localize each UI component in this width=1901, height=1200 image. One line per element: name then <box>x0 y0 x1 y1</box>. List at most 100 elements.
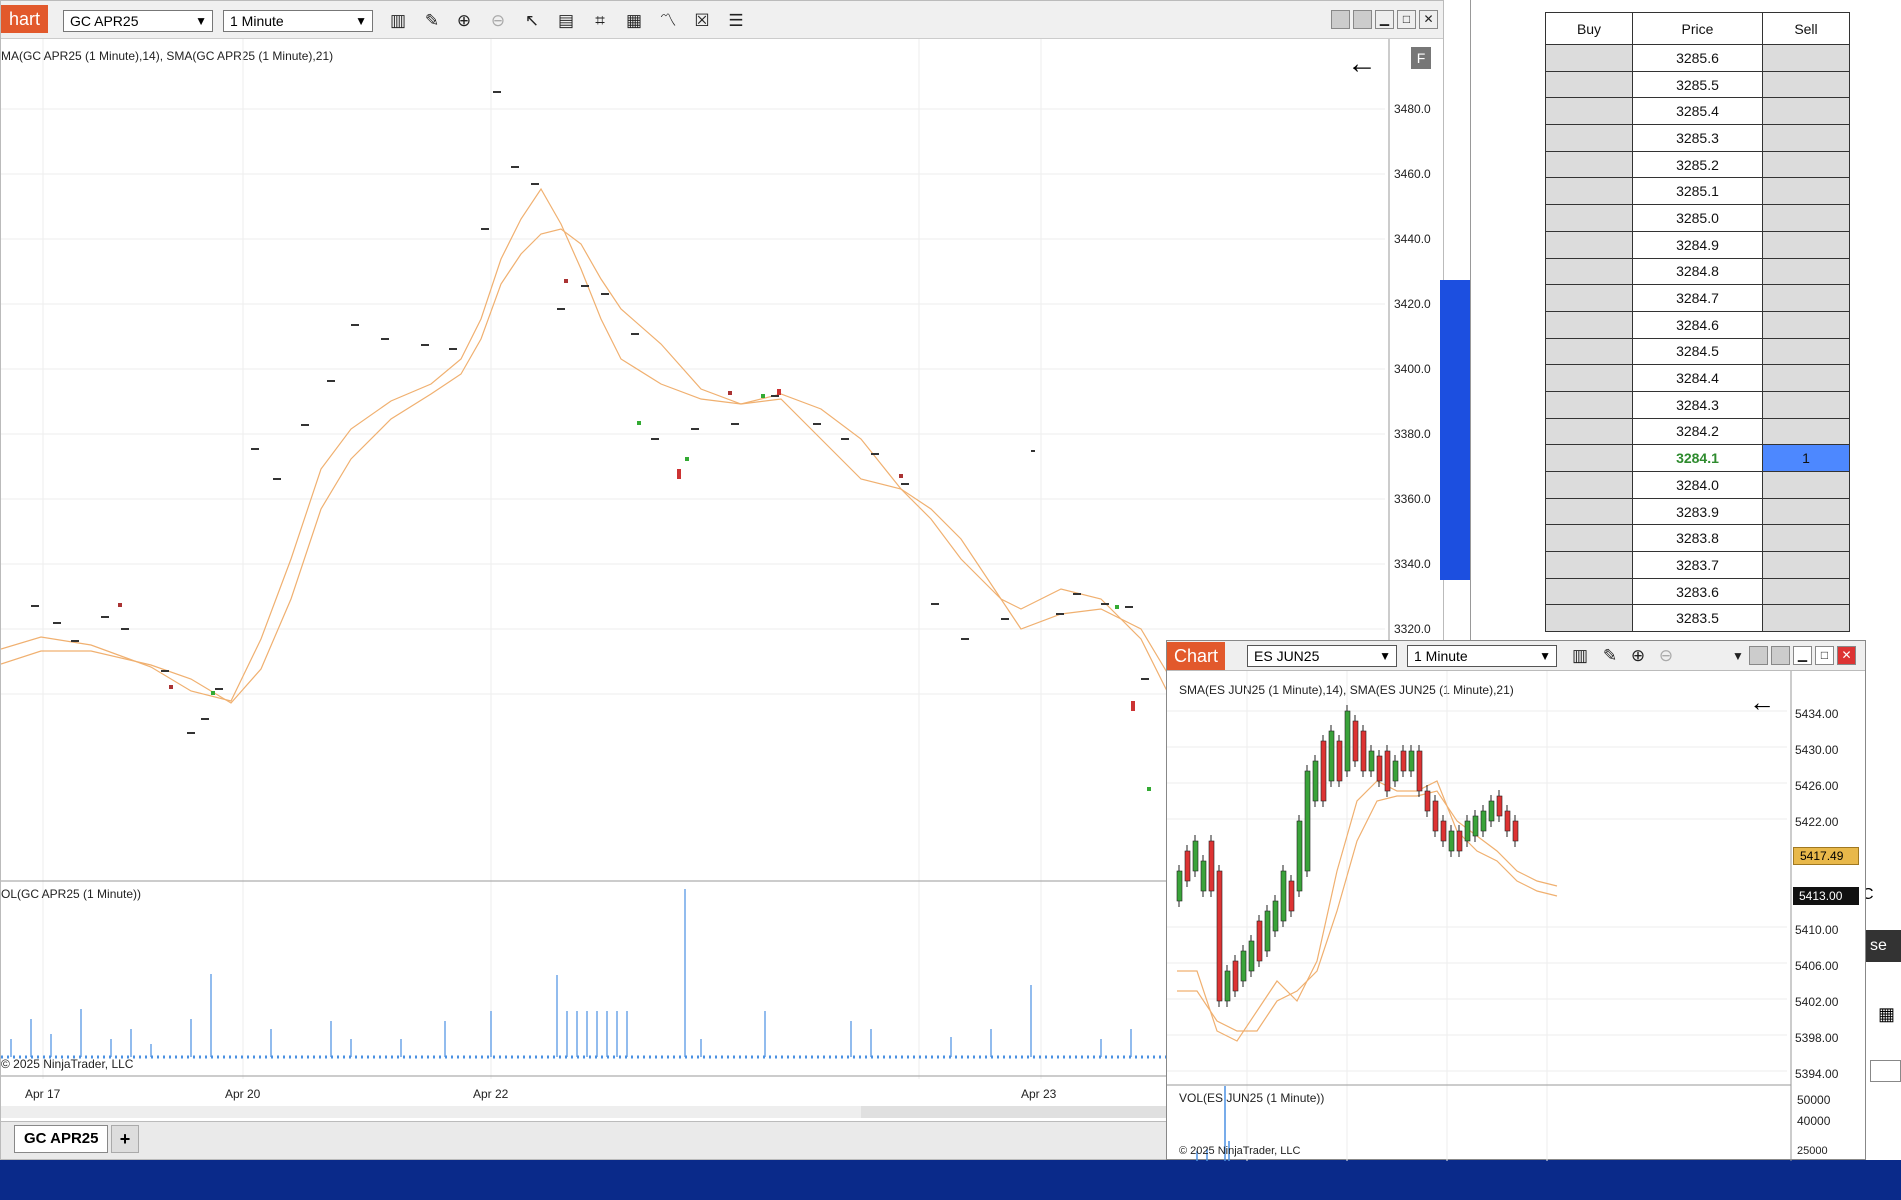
pencil-icon[interactable]: ✎ <box>421 10 443 32</box>
zoom-out-icon[interactable]: ⊖ <box>487 10 509 32</box>
price-cell[interactable]: 3283.9 <box>1632 497 1763 526</box>
instrument-link-button[interactable] <box>1771 646 1790 665</box>
price-cell[interactable]: 3285.5 <box>1632 70 1763 99</box>
maximize-button[interactable]: □ <box>1397 10 1416 29</box>
buy-cell[interactable] <box>1545 310 1633 339</box>
price-cell[interactable]: 3284.2 <box>1632 417 1763 446</box>
strategies-icon[interactable]: ☒ <box>691 10 713 32</box>
price-cell[interactable]: 3285.6 <box>1632 44 1763 72</box>
buy-cell[interactable] <box>1545 604 1633 633</box>
tab-gc-apr25[interactable]: GC APR25 <box>14 1125 109 1153</box>
data-box-icon[interactable]: ▤ <box>555 10 577 32</box>
price-cell[interactable]: 3284.5 <box>1632 337 1763 366</box>
price-cell[interactable]: 3283.8 <box>1632 524 1763 553</box>
buy-cell[interactable] <box>1545 284 1633 312</box>
minimize-button[interactable]: ▁ <box>1375 10 1394 29</box>
sell-cell[interactable] <box>1762 177 1850 206</box>
minimize-button[interactable]: ▁ <box>1793 646 1812 665</box>
price-cell[interactable]: 3284.0 <box>1632 471 1763 499</box>
link-button[interactable] <box>1331 10 1350 29</box>
sell-cell[interactable] <box>1762 364 1850 392</box>
sell-cell[interactable] <box>1762 310 1850 339</box>
calculator-icon[interactable]: ▦ <box>1878 1004 1895 1025</box>
sell-cell[interactable] <box>1762 230 1850 259</box>
maximize-button[interactable]: □ <box>1815 646 1834 665</box>
buy-cell[interactable] <box>1545 551 1633 579</box>
sell-cell[interactable] <box>1762 204 1850 232</box>
buy-cell[interactable] <box>1545 44 1633 72</box>
price-cell[interactable]: 3283.6 <box>1632 577 1763 606</box>
buy-cell[interactable] <box>1545 364 1633 392</box>
price-cell[interactable]: 3285.3 <box>1632 124 1763 152</box>
buy-cell[interactable] <box>1545 577 1633 606</box>
more-dropdown-icon[interactable]: ▼ <box>1727 645 1749 667</box>
link-button[interactable] <box>1749 646 1768 665</box>
buy-cell[interactable] <box>1545 177 1633 206</box>
indicators-icon[interactable]: 〽 <box>657 10 679 32</box>
buy-cell[interactable] <box>1545 444 1633 472</box>
buy-cell[interactable] <box>1545 230 1633 259</box>
close-button[interactable]: ✕ <box>1837 646 1856 665</box>
pointer-icon[interactable]: ↖ <box>521 10 543 32</box>
add-tab-button[interactable]: + <box>111 1125 139 1153</box>
price-cell[interactable]: 3285.2 <box>1632 150 1763 179</box>
sell-cell[interactable] <box>1762 124 1850 152</box>
buy-cell[interactable] <box>1545 497 1633 526</box>
sell-cell[interactable] <box>1762 97 1850 126</box>
bar-type-icon[interactable]: ▥ <box>387 10 409 32</box>
chart-trader-icon[interactable]: ▦ <box>623 10 645 32</box>
price-cell[interactable]: 3284.6 <box>1632 310 1763 339</box>
price-cell[interactable]: 3285.1 <box>1632 177 1763 206</box>
buy-cell[interactable] <box>1545 417 1633 446</box>
sell-cell[interactable] <box>1762 524 1850 553</box>
sell-cell[interactable] <box>1762 577 1850 606</box>
buy-cell[interactable] <box>1545 390 1633 419</box>
buy-cell[interactable] <box>1545 524 1633 553</box>
pencil-icon[interactable]: ✎ <box>1599 645 1621 667</box>
price-cell[interactable]: 3285.0 <box>1632 204 1763 232</box>
price-cell[interactable]: 3284.9 <box>1632 230 1763 259</box>
zoom-in-icon[interactable]: ⊕ <box>453 10 475 32</box>
close-button[interactable]: ✕ <box>1419 10 1438 29</box>
price-cell[interactable]: 3284.8 <box>1632 257 1763 286</box>
price-cell[interactable]: 3284.7 <box>1632 284 1763 312</box>
buy-cell[interactable] <box>1545 97 1633 126</box>
sell-cell[interactable] <box>1762 284 1850 312</box>
buy-cell[interactable] <box>1545 70 1633 99</box>
buy-cell[interactable] <box>1545 337 1633 366</box>
sell-cell[interactable] <box>1762 150 1850 179</box>
sell-cell[interactable] <box>1762 70 1850 99</box>
price-cell[interactable]: 3284.4 <box>1632 364 1763 392</box>
sell-cell[interactable] <box>1762 44 1850 72</box>
instrument-selector[interactable]: GC APR25 ▼ <box>63 10 213 32</box>
sell-cell[interactable] <box>1762 497 1850 526</box>
interval-selector[interactable]: 1 Minute ▼ <box>1407 645 1557 667</box>
price-cell[interactable]: 3284.1 <box>1632 444 1763 472</box>
zoom-in-icon[interactable]: ⊕ <box>1627 645 1649 667</box>
sell-cell[interactable] <box>1762 551 1850 579</box>
buy-cell[interactable] <box>1545 150 1633 179</box>
instrument-selector[interactable]: ES JUN25 ▼ <box>1247 645 1397 667</box>
sell-cell[interactable] <box>1762 337 1850 366</box>
price-cell[interactable]: 3285.4 <box>1632 97 1763 126</box>
bar-type-icon[interactable]: ▥ <box>1569 645 1591 667</box>
sell-cell[interactable] <box>1762 390 1850 419</box>
price-cell[interactable]: 3284.3 <box>1632 390 1763 419</box>
zoom-out-icon[interactable]: ⊖ <box>1655 645 1677 667</box>
buy-cell[interactable] <box>1545 204 1633 232</box>
sell-cell[interactable] <box>1762 471 1850 499</box>
buy-cell[interactable] <box>1545 471 1633 499</box>
price-cell[interactable]: 3283.5 <box>1632 604 1763 633</box>
strategy-icon[interactable]: ⌗ <box>589 10 611 32</box>
sell-cell[interactable] <box>1762 257 1850 286</box>
price-cell[interactable]: 3283.7 <box>1632 551 1763 579</box>
sell-cell[interactable]: 1 <box>1762 444 1850 472</box>
buy-cell[interactable] <box>1545 257 1633 286</box>
instrument-link-button[interactable] <box>1353 10 1372 29</box>
properties-list-icon[interactable]: ☰ <box>725 10 747 32</box>
partial-dropdown[interactable] <box>1870 1060 1901 1082</box>
interval-selector[interactable]: 1 Minute ▼ <box>223 10 373 32</box>
sell-cell[interactable] <box>1762 417 1850 446</box>
sell-cell[interactable] <box>1762 604 1850 633</box>
partial-button[interactable]: se <box>1866 930 1901 962</box>
